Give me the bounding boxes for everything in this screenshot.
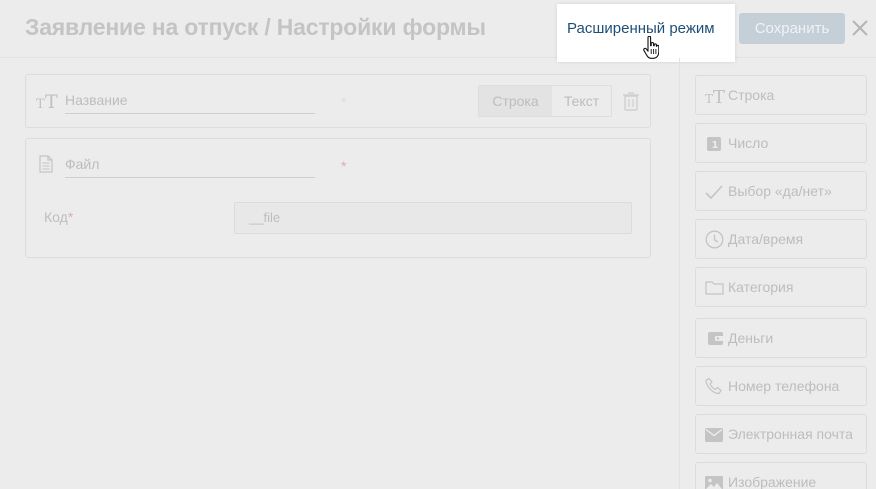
sidebar-item-phone[interactable]: Номер телефона — [695, 366, 867, 406]
field-card-name[interactable]: T T Название * Строка Текст — [25, 74, 651, 128]
page-header: Заявление на отпуск / Настройки формы Ра… — [0, 0, 876, 62]
close-icon[interactable] — [851, 19, 869, 37]
image-icon — [705, 476, 723, 489]
type-option-text[interactable]: Текст — [552, 86, 611, 116]
folder-icon — [705, 281, 724, 295]
svg-text:1: 1 — [712, 140, 719, 151]
phone-icon — [705, 377, 722, 395]
sidebar-item-category[interactable]: Категория — [695, 267, 867, 307]
field-name-input[interactable]: Название — [65, 89, 315, 114]
required-mark: * — [341, 94, 347, 110]
trash-icon[interactable] — [623, 92, 639, 111]
sidebar-item-label: Дата/время — [728, 231, 804, 247]
hand-cursor-icon — [643, 36, 659, 59]
svg-text:T: T — [705, 92, 713, 105]
advanced-mode-label: Расширенный режим — [567, 20, 715, 37]
document-icon — [39, 155, 53, 173]
clock-icon — [705, 230, 724, 249]
sidebar-item-label: Деньги — [728, 330, 774, 346]
wallet-icon — [708, 332, 723, 345]
field-types-sidebar: T T Строка 1 Число Выбор «да/нет» Дата/в… — [679, 58, 876, 489]
sidebar-item-label: Изображение — [728, 474, 817, 489]
sidebar-item-yes-no[interactable]: Выбор «да/нет» — [695, 171, 867, 211]
sidebar-item-label: Выбор «да/нет» — [728, 183, 832, 199]
page-title: Заявление на отпуск / Настройки формы — [25, 14, 486, 40]
text-type-icon: T T — [36, 92, 58, 110]
required-mark: * — [341, 158, 347, 174]
sidebar-item-number[interactable]: 1 Число — [695, 123, 867, 163]
code-input[interactable]: __file — [234, 202, 632, 234]
mail-icon — [705, 428, 723, 442]
svg-text:T: T — [713, 87, 725, 105]
type-switch: Строка Текст — [478, 85, 612, 117]
sidebar-item-money[interactable]: Деньги — [695, 318, 867, 358]
advanced-mode-button[interactable]: Расширенный режим — [557, 4, 735, 62]
text-type-icon: T T — [705, 87, 725, 105]
number-icon: 1 — [707, 137, 721, 151]
sidebar-item-label: Категория — [728, 279, 794, 295]
sidebar-item-label: Номер телефона — [728, 378, 840, 394]
svg-text:T: T — [36, 97, 45, 110]
sidebar-item-image[interactable]: Изображение — [695, 462, 867, 489]
field-card-file[interactable]: Файл * Код* __file — [25, 138, 651, 258]
code-label: Код* — [44, 209, 74, 225]
sidebar-item-label: Число — [728, 135, 769, 151]
svg-text:T: T — [45, 92, 58, 110]
sidebar-item-datetime[interactable]: Дата/время — [695, 219, 867, 259]
save-button[interactable]: Сохранить — [739, 13, 845, 44]
field-file-input[interactable]: Файл — [65, 153, 315, 178]
sidebar-item-label: Электронная почта — [728, 426, 853, 442]
sidebar-item-string[interactable]: T T Строка — [695, 75, 867, 115]
sidebar-item-email[interactable]: Электронная почта — [695, 414, 867, 454]
type-option-string[interactable]: Строка — [479, 86, 552, 116]
check-icon — [705, 185, 723, 200]
sidebar-item-label: Строка — [728, 87, 775, 103]
